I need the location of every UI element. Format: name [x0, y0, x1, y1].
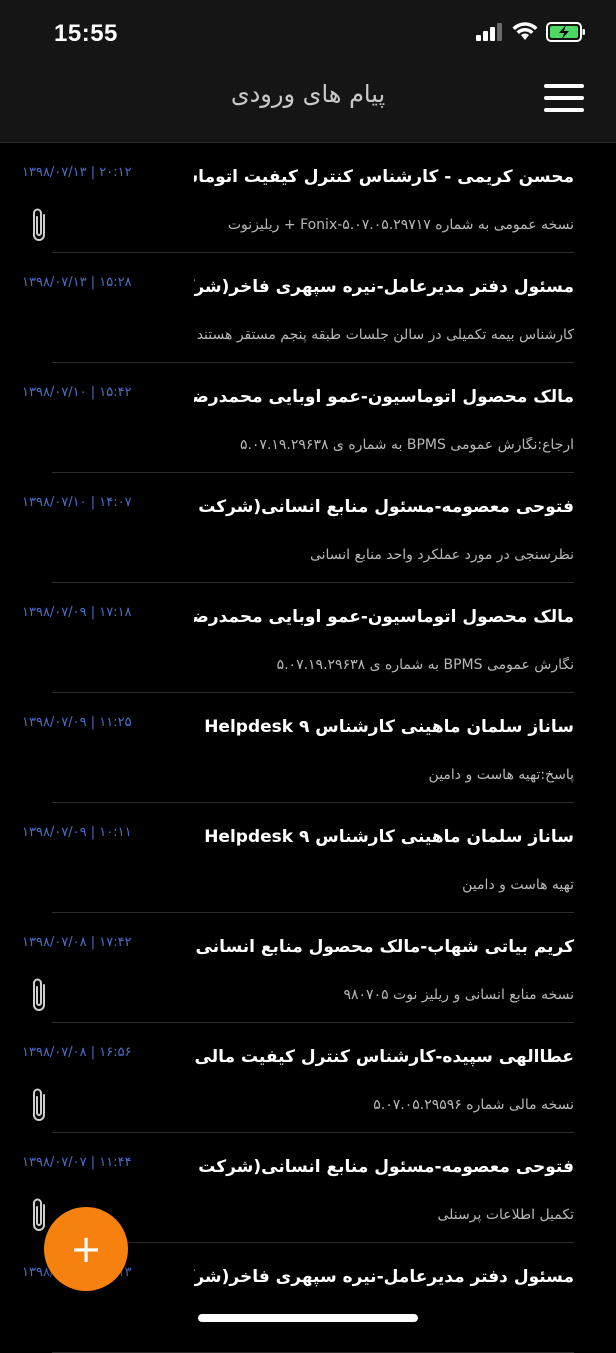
message-subject: تهیه هاست و دامین — [462, 877, 574, 893]
message-subject: نسخه عمومی به شماره Fonix-۵.۰۷.۰۵.۲۹۷۱۷ … — [227, 217, 574, 233]
message-sender: مالک محصول اتوماسیون-عمو اوبایی محمدرضا(… — [194, 607, 574, 627]
message-subject: ارجاع:نگارش عمومی BPMS به شماره ی ۵.۰۷.۱… — [239, 437, 574, 453]
message-sender: مالک محصول اتوماسیون-عمو اوبایی محمدرضا(… — [194, 387, 574, 407]
message-item[interactable]: مالک محصول اتوماسیون-عمو اوبایی محمدرضا(… — [22, 363, 574, 473]
page-title: پیام های ورودی — [230, 80, 386, 108]
message-sender: مسئول دفتر مدیرعامل-نیره سپهری فاخر(شرکت… — [194, 1267, 574, 1287]
message-date: ۱۷:۴۲ | ۱۳۹۸/۰۷/۰۸ — [22, 935, 132, 950]
status-icons — [476, 22, 586, 42]
message-date: ۱۵:۴۲ | ۱۳۹۸/۰۷/۱۰ — [22, 385, 132, 400]
signal-icon — [476, 23, 502, 41]
message-date: ۱۰:۱۱ | ۱۳۹۸/۰۷/۰۹ — [22, 825, 132, 840]
message-item[interactable]: کریم بیاتی شهاب-مالک محصول منابع انسانی(… — [22, 913, 574, 1023]
message-sender: فتوحی معصومه-مسئول منابع انسانی(شرکت بری… — [194, 1157, 574, 1177]
message-date: ۱۴:۰۷ | ۱۳۹۸/۰۷/۱۰ — [22, 495, 132, 510]
message-item[interactable]: عطاالهی سپیده-کارشناس کنترل کیفیت مالی(ش… — [22, 1023, 574, 1133]
message-subject: نسخه منابع انسانی و ریلیز نوت ۹۸۰۷۰۵ — [343, 987, 574, 1003]
message-subject: تکمیل اطلاعات پرسنلی — [437, 1207, 574, 1223]
message-date: ۱۱:۴۴ | ۱۳۹۸/۰۷/۰۷ — [22, 1155, 132, 1170]
message-sender: عطاالهی سپیده-کارشناس کنترل کیفیت مالی(ش… — [194, 1047, 574, 1067]
paperclip-icon — [33, 978, 45, 1011]
message-item[interactable]: فتوحی معصومه-مسئول منابع انسانی(شرکت بری… — [22, 1133, 574, 1243]
menu-button[interactable] — [544, 84, 584, 112]
message-date: ۱۱:۲۵ | ۱۳۹۸/۰۷/۰۹ — [22, 715, 132, 730]
message-item[interactable]: مسئول دفتر مدیرعامل-نیره سپهری فاخر(شرکت… — [22, 253, 574, 363]
message-sender: مسئول دفتر مدیرعامل-نیره سپهری فاخر(شرکت… — [194, 277, 574, 297]
message-item[interactable]: محسن کریمی - کارشناس کنترل کیفیت اتوماسی… — [22, 143, 574, 253]
wifi-icon — [512, 22, 538, 40]
message-subject: کارشناس بیمه تکمیلی در سالن جلسات طبقه پ… — [196, 327, 574, 343]
message-sender: فتوحی معصومه-مسئول منابع انسانی(شرکت بری… — [194, 497, 574, 517]
compose-button[interactable]: + — [44, 1207, 128, 1291]
message-sender: ساناز سلمان ماهینی کارشناس ۹ Helpdesk — [204, 717, 574, 737]
hamburger-icon — [544, 84, 584, 88]
message-item[interactable]: ساناز سلمان ماهینی کارشناس ۹ Helpdesk ته… — [22, 803, 574, 913]
paperclip-icon — [33, 1198, 45, 1231]
message-subject: نسخه مالی شماره ۵.۰۷.۰۵.۲۹۵۹۶ — [373, 1097, 574, 1113]
status-time: 15:55 — [54, 20, 118, 47]
status-bar: 15:55 — [0, 0, 616, 62]
message-date: ۱۶:۵۶ | ۱۳۹۸/۰۷/۰۸ — [22, 1045, 132, 1060]
message-list: محسن کریمی - کارشناس کنترل کیفیت اتوماسی… — [0, 143, 616, 1353]
message-subject: نظرسنجی در مورد عملکرد واحد منابع انسانی — [309, 547, 574, 563]
message-item[interactable]: ساناز سلمان ماهینی کارشناس ۹ Helpdesk پا… — [22, 693, 574, 803]
message-sender: کریم بیاتی شهاب-مالک محصول منابع انسانی(… — [194, 937, 574, 957]
battery-charging-icon — [546, 22, 585, 42]
message-sender: ساناز سلمان ماهینی کارشناس ۹ Helpdesk — [204, 827, 574, 847]
home-indicator[interactable] — [198, 1314, 418, 1322]
message-item[interactable]: مسئول دفتر مدیرعامل-نیره سپهری فاخر(شرکت… — [22, 1243, 574, 1353]
app-header: پیام های ورودی — [0, 62, 616, 143]
message-sender: محسن کریمی - کارشناس کنترل کیفیت اتوماسی… — [194, 167, 574, 187]
paperclip-icon — [33, 1088, 45, 1121]
message-subject: پاسخ:تهیه هاست و دامین — [428, 767, 574, 783]
message-item[interactable]: فتوحی معصومه-مسئول منابع انسانی(شرکت بری… — [22, 473, 574, 583]
paperclip-icon — [33, 208, 45, 241]
message-item[interactable]: مالک محصول اتوماسیون-عمو اوبایی محمدرضا(… — [22, 583, 574, 693]
message-date: ۲۰:۱۲ | ۱۳۹۸/۰۷/۱۳ — [22, 165, 132, 180]
message-date: ۱۷:۱۸ | ۱۳۹۸/۰۷/۰۹ — [22, 605, 132, 620]
message-date: ۱۵:۲۸ | ۱۳۹۸/۰۷/۱۳ — [22, 275, 132, 290]
message-subject: نگارش عمومی BPMS به شماره ی ۵.۰۷.۱۹.۲۹۶۳… — [276, 657, 574, 673]
